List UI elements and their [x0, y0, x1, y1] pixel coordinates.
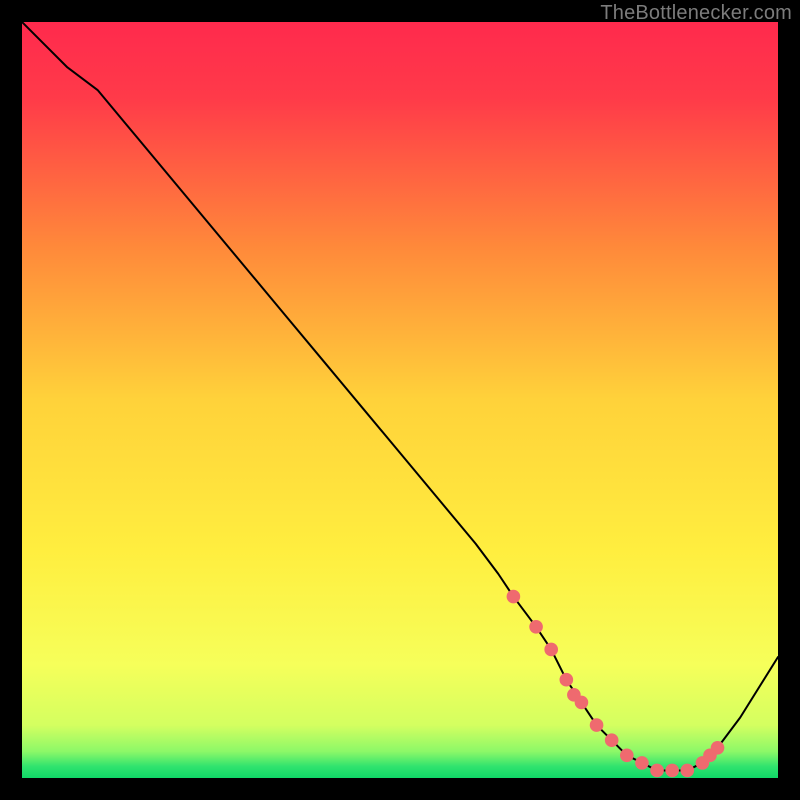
marker-point [620, 749, 634, 763]
chart-plot [22, 22, 778, 778]
marker-point [665, 764, 679, 778]
marker-point [544, 643, 558, 657]
marker-point [590, 718, 604, 732]
marker-point [711, 741, 725, 755]
marker-point [650, 764, 664, 778]
marker-point [507, 590, 521, 604]
marker-point [529, 620, 543, 634]
marker-point [680, 764, 694, 778]
chart-stage: TheBottlenecker.com [0, 0, 800, 800]
marker-point [575, 696, 589, 710]
marker-point [605, 733, 619, 747]
marker-point [635, 756, 649, 770]
marker-point [560, 673, 574, 687]
